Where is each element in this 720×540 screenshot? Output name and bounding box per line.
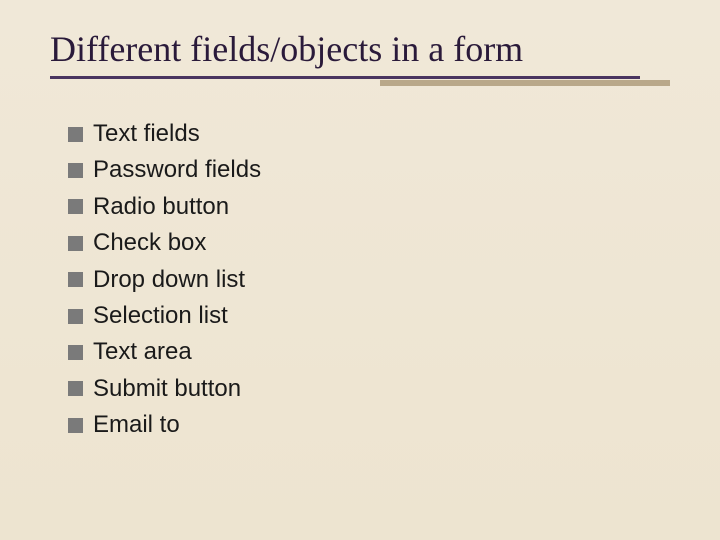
list-item: Password fields <box>68 154 670 186</box>
list-item-label: Drop down list <box>93 264 245 296</box>
square-bullet-icon <box>68 418 83 433</box>
square-bullet-icon <box>68 199 83 214</box>
square-bullet-icon <box>68 381 83 396</box>
square-bullet-icon <box>68 309 83 324</box>
list-item: Email to <box>68 409 670 441</box>
list-item-label: Text area <box>93 336 192 368</box>
list-item-label: Selection list <box>93 300 228 332</box>
list-item-label: Email to <box>93 409 180 441</box>
list-item: Text area <box>68 336 670 368</box>
list-item-label: Radio button <box>93 191 229 223</box>
list-item-label: Check box <box>93 227 206 259</box>
square-bullet-icon <box>68 345 83 360</box>
square-bullet-icon <box>68 163 83 178</box>
underline-main <box>50 76 640 79</box>
slide-title: Different fields/objects in a form <box>50 28 670 70</box>
underline-shadow <box>380 80 670 86</box>
square-bullet-icon <box>68 127 83 142</box>
slide: Different fields/objects in a form Text … <box>0 0 720 540</box>
list-item: Text fields <box>68 118 670 150</box>
square-bullet-icon <box>68 272 83 287</box>
list-item-label: Text fields <box>93 118 200 150</box>
title-underline <box>50 76 670 84</box>
list-item: Submit button <box>68 373 670 405</box>
bullet-list: Text fields Password fields Radio button… <box>50 118 670 442</box>
list-item: Selection list <box>68 300 670 332</box>
list-item: Radio button <box>68 191 670 223</box>
list-item-label: Password fields <box>93 154 261 186</box>
list-item-label: Submit button <box>93 373 241 405</box>
square-bullet-icon <box>68 236 83 251</box>
list-item: Drop down list <box>68 264 670 296</box>
list-item: Check box <box>68 227 670 259</box>
